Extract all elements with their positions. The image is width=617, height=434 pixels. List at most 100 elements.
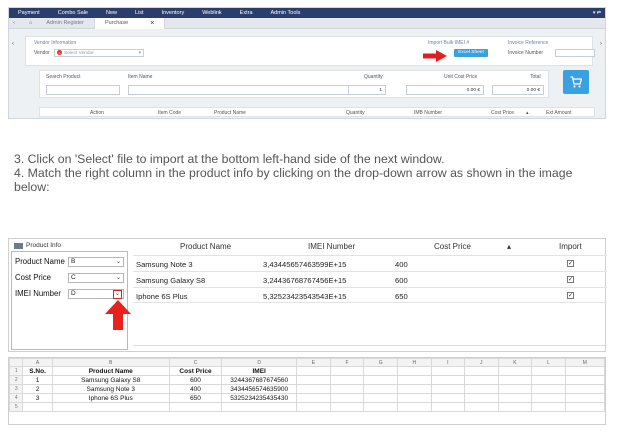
menu-extra[interactable]: Extra xyxy=(231,10,262,16)
column-letter[interactable]: J xyxy=(464,358,499,367)
window-controls-icon[interactable]: ▾ ⇄ xyxy=(593,10,605,16)
sheet-cell[interactable] xyxy=(464,402,499,412)
sheet-cell[interactable] xyxy=(464,375,499,385)
product-name-column-select[interactable]: B ⌄ xyxy=(68,257,124,267)
sheet-cell[interactable]: IMEI xyxy=(221,366,298,376)
sheet-cell[interactable] xyxy=(363,393,398,403)
tab-purchase[interactable]: Purchase × xyxy=(94,17,166,29)
sheet-cell[interactable] xyxy=(497,384,533,394)
sheet-cell[interactable]: 2 xyxy=(22,384,53,394)
import-checkbox[interactable]: ✓ xyxy=(567,292,574,299)
sheet-cell[interactable]: Cost Price xyxy=(168,366,223,376)
row-number[interactable]: 5 xyxy=(8,402,24,412)
sheet-cell[interactable] xyxy=(430,393,466,403)
chevron-down-icon[interactable]: ⌄ xyxy=(113,290,122,299)
sheet-cell[interactable]: Samsung Galaxy S8 xyxy=(51,375,170,385)
column-letter[interactable]: K xyxy=(497,358,533,367)
sheet-cell[interactable] xyxy=(497,375,533,385)
sheet-cell[interactable] xyxy=(564,384,606,394)
menu-admin-tools[interactable]: Admin Tools xyxy=(262,10,310,16)
sheet-cell[interactable] xyxy=(564,393,606,403)
sort-icon[interactable]: ▴ xyxy=(526,110,529,116)
column-letter[interactable]: H xyxy=(396,358,432,367)
column-letter[interactable]: F xyxy=(329,358,365,367)
menu-payment[interactable]: Payment xyxy=(9,10,49,16)
excel-sheet-button[interactable]: Excel Sheet xyxy=(454,49,488,57)
column-letter[interactable]: A xyxy=(22,358,53,367)
menu-list[interactable]: List xyxy=(126,10,153,16)
grid-row[interactable]: Samsung Galaxy S8 3,24436768767456E+15 6… xyxy=(133,271,607,287)
menu-inventory[interactable]: Inventory xyxy=(153,10,194,16)
sheet-cell[interactable] xyxy=(396,366,432,376)
sheet-cell[interactable] xyxy=(396,402,432,412)
invoice-number-input[interactable] xyxy=(555,49,595,57)
sheet-cell[interactable] xyxy=(396,384,432,394)
import-checkbox[interactable]: ✓ xyxy=(567,260,574,267)
grid-row[interactable]: Iphone 6S Plus 5,32523423543543E+15 650 … xyxy=(133,287,607,303)
unit-cost-input[interactable]: 0.00 € xyxy=(406,85,484,95)
sheet-cell[interactable] xyxy=(363,366,398,376)
sheet-cell[interactable] xyxy=(221,402,298,412)
sheet-cell[interactable]: Iphone 6S Plus xyxy=(51,393,170,403)
sheet-cell[interactable] xyxy=(564,375,606,385)
sheet-cell[interactable] xyxy=(363,402,398,412)
imei-column-select[interactable]: D ⌄ xyxy=(68,289,124,299)
sheet-cell[interactable] xyxy=(296,375,331,385)
sheet-cell[interactable] xyxy=(329,366,365,376)
sheet-cell[interactable] xyxy=(363,375,398,385)
horizontal-scrollbar[interactable] xyxy=(133,345,607,350)
column-letter[interactable]: D xyxy=(221,358,298,367)
sheet-cell[interactable] xyxy=(329,384,365,394)
sheet-cell[interactable]: S.No. xyxy=(22,366,53,376)
sheet-cell[interactable] xyxy=(430,402,466,412)
left-panel-arrow-icon[interactable]: ‹ xyxy=(12,41,14,47)
sheet-cell[interactable] xyxy=(531,393,566,403)
sheet-cell[interactable] xyxy=(363,384,398,394)
menu-weblink[interactable]: Weblink xyxy=(193,10,230,16)
tab-home[interactable]: ⌂ Admin Register xyxy=(19,17,95,29)
sheet-cell[interactable] xyxy=(396,393,432,403)
column-letter[interactable]: B xyxy=(51,358,170,367)
corner-cell[interactable] xyxy=(8,358,24,367)
search-product-input[interactable] xyxy=(46,85,120,95)
sheet-cell[interactable] xyxy=(51,402,170,412)
sheet-cell[interactable]: 3 xyxy=(22,393,53,403)
column-letter[interactable]: G xyxy=(363,358,398,367)
sheet-cell[interactable] xyxy=(497,366,533,376)
sheet-cell[interactable] xyxy=(396,375,432,385)
column-letter[interactable]: E xyxy=(296,358,331,367)
sheet-cell[interactable] xyxy=(531,384,566,394)
tab-scroll-left-icon[interactable]: ‹ xyxy=(9,20,19,26)
sheet-cell[interactable]: 3244367687674560 xyxy=(221,375,298,385)
quantity-input[interactable]: 1 xyxy=(348,85,386,95)
row-number[interactable]: 1 xyxy=(8,366,24,376)
menu-combo-sale[interactable]: Combo Sale xyxy=(49,10,97,16)
column-letter[interactable]: C xyxy=(168,358,223,367)
grid-row[interactable]: Samsung Note 3 3,43445657463599E+15 400 … xyxy=(133,255,607,271)
sheet-cell[interactable]: 600 xyxy=(168,375,223,385)
sheet-cell[interactable]: Samsung Note 3 xyxy=(51,384,170,394)
sheet-cell[interactable] xyxy=(430,366,466,376)
sheet-cell[interactable] xyxy=(296,366,331,376)
sheet-cell[interactable] xyxy=(531,366,566,376)
sheet-cell[interactable] xyxy=(296,384,331,394)
sheet-cell[interactable] xyxy=(497,402,533,412)
add-to-cart-button[interactable] xyxy=(563,70,589,94)
column-letter[interactable]: I xyxy=(430,358,466,367)
sheet-cell[interactable] xyxy=(168,402,223,412)
sheet-cell[interactable] xyxy=(329,375,365,385)
close-icon[interactable]: × xyxy=(150,20,154,27)
import-checkbox[interactable]: ✓ xyxy=(567,276,574,283)
cost-price-column-select[interactable]: C ⌄ xyxy=(68,273,124,283)
sheet-cell[interactable] xyxy=(464,393,499,403)
row-number[interactable]: 2 xyxy=(8,375,24,385)
sheet-cell[interactable]: 400 xyxy=(168,384,223,394)
sheet-cell[interactable] xyxy=(464,366,499,376)
sheet-cell[interactable] xyxy=(564,366,606,376)
vendor-select[interactable]: × Select Vendor ▾ xyxy=(54,49,144,57)
sheet-cell[interactable] xyxy=(329,393,365,403)
sheet-cell[interactable]: 5325234235435430 xyxy=(221,393,298,403)
row-number[interactable]: 4 xyxy=(8,393,24,403)
sort-icon[interactable]: ▴ xyxy=(507,239,511,255)
clear-icon[interactable]: × xyxy=(57,50,62,55)
